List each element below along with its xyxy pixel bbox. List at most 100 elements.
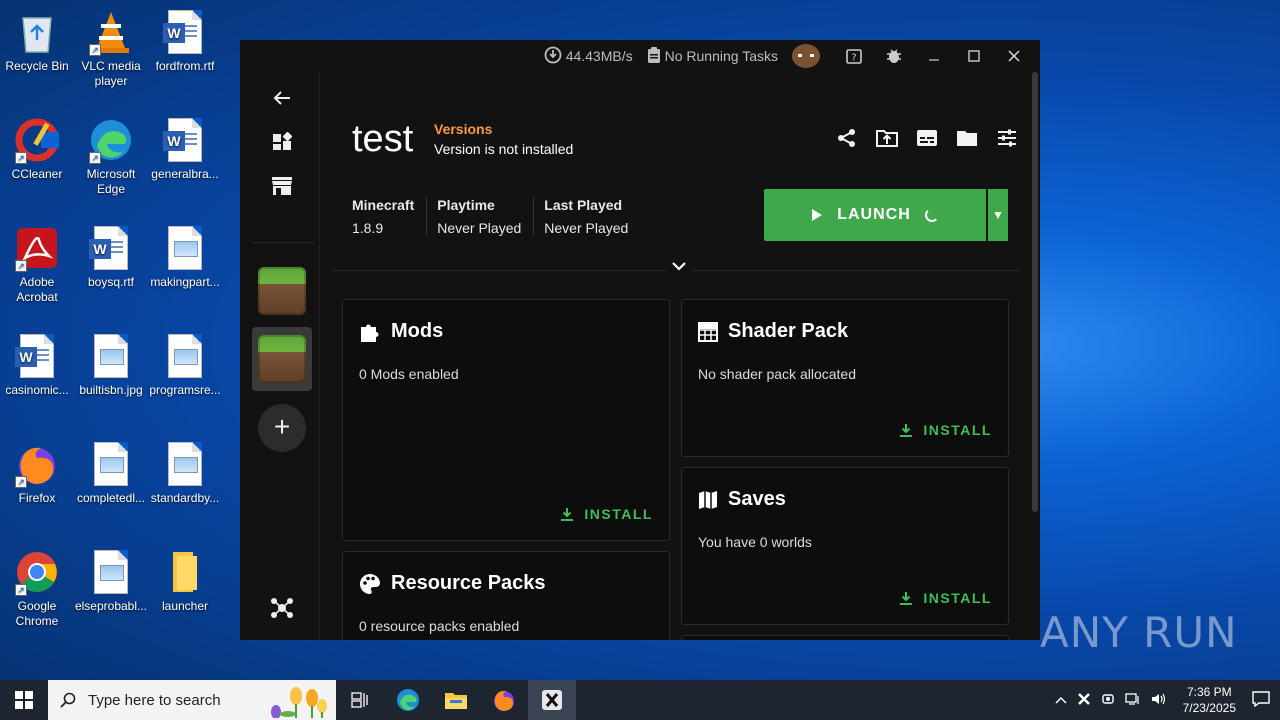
word-doc-icon: W (87, 224, 135, 272)
image-file-icon (161, 440, 209, 488)
word-doc-icon: W (161, 8, 209, 56)
windows-logo-icon (15, 691, 33, 709)
tray-launcher-icon[interactable] (1077, 692, 1091, 709)
desktop-icon-vlc[interactable]: ↗ VLC media player (74, 8, 148, 89)
shader-grid-icon (698, 321, 718, 342)
desktop-icon-programsre[interactable]: programsre... (148, 332, 222, 398)
store-icon[interactable] (260, 164, 304, 208)
export-folder-icon[interactable] (876, 127, 898, 149)
extra-card-partial (681, 635, 1009, 640)
instance-name: test (352, 118, 414, 160)
stat-playtime: Playtime Never Played (437, 197, 535, 236)
instance-grass-block-icon[interactable] (258, 267, 306, 315)
recycle-bin-icon (13, 8, 61, 56)
desktop-icon-recycle-bin[interactable]: Recycle Bin (0, 8, 74, 74)
image-file-icon (87, 332, 135, 380)
dashboard-icon[interactable] (260, 120, 304, 164)
title-bar[interactable]: 44.43MB/s No Running Tasks ? (240, 40, 1040, 72)
tulips-decoration-icon (271, 687, 327, 718)
shortcut-arrow-icon: ↗ (15, 584, 27, 596)
task-view-button[interactable] (336, 680, 384, 720)
user-avatar[interactable] (792, 44, 820, 68)
desktop-icon-acrobat[interactable]: ↗ Adobe Acrobat (0, 224, 74, 305)
image-file-icon (87, 548, 135, 596)
multiplayer-hub-icon[interactable] (260, 586, 304, 630)
taskbar-clock[interactable]: 7:36 PM 7/23/2025 (1183, 684, 1236, 716)
resource-packs-status: 0 resource packs enabled (359, 618, 520, 634)
desktop-icon-chrome[interactable]: ↗ Google Chrome (0, 548, 74, 629)
saves-install-button[interactable]: INSTALL (899, 590, 992, 606)
minimize-button[interactable] (914, 40, 954, 72)
instance-grass-block-icon[interactable] (258, 335, 306, 383)
firefox-icon: ↗ (13, 440, 61, 488)
folder-icon (161, 548, 209, 596)
shortcut-arrow-icon: ↗ (15, 476, 27, 488)
taskbar-edge[interactable] (384, 680, 432, 720)
tune-settings-icon[interactable] (996, 127, 1018, 149)
add-instance-button[interactable]: + (258, 404, 306, 452)
shader-pack-status: No shader pack allocated (698, 366, 856, 382)
shader-pack-header: Shader Pack (698, 320, 848, 343)
chevron-up-icon[interactable] (1055, 693, 1067, 707)
logs-icon[interactable] (916, 127, 938, 149)
volume-icon[interactable] (1151, 692, 1167, 709)
play-icon (812, 209, 823, 221)
image-file-icon (161, 332, 209, 380)
notifications-icon[interactable] (1252, 690, 1270, 710)
desktop-icon-boysq[interactable]: W boysq.rtf (74, 224, 148, 290)
desktop-icon-makingpart[interactable]: makingpart... (148, 224, 222, 290)
desktop-icon-builtisbn[interactable]: builtisbn.jpg (74, 332, 148, 398)
main-scrollbar[interactable] (1032, 72, 1038, 512)
word-doc-icon: W (161, 116, 209, 164)
desktop-icon-launcher[interactable]: launcher (148, 548, 222, 614)
share-icon[interactable] (836, 127, 858, 149)
word-doc-icon: W (13, 332, 61, 380)
start-button[interactable] (0, 680, 48, 720)
task-status[interactable]: No Running Tasks (647, 46, 778, 66)
mods-install-button[interactable]: INSTALL (560, 506, 653, 522)
puzzle-icon (361, 324, 379, 342)
taskbar-search[interactable]: Type here to search (48, 680, 336, 720)
desktop-icon-fordfrom[interactable]: W fordfrom.rtf (148, 8, 222, 74)
download-speed[interactable]: 44.43MB/s (544, 46, 633, 67)
launch-options-dropdown[interactable]: ▼ (988, 189, 1008, 241)
desktop-icon-completedl[interactable]: completedl... (74, 440, 148, 506)
desktop-icon-casinomic[interactable]: W casinomic... (0, 332, 74, 398)
close-button[interactable] (994, 40, 1034, 72)
settings-gear-icon[interactable] (260, 630, 304, 640)
instance-stats: Minecraft 1.8.9 Playtime Never Played La… (352, 197, 650, 236)
shader-install-button[interactable]: INSTALL (899, 422, 992, 438)
saves-card: Saves You have 0 worlds INSTALL (681, 467, 1009, 625)
launch-button[interactable]: LAUNCH (764, 189, 986, 241)
taskbar: Type here to search 7:36 PM 7/23/2025 (0, 680, 1280, 720)
desktop-icon-elseprobabl[interactable]: elseprobabl... (74, 548, 148, 614)
maximize-button[interactable] (954, 40, 994, 72)
download-speed-icon (544, 46, 562, 67)
sidebar: + (240, 72, 320, 640)
taskbar-launcher-app[interactable] (528, 680, 576, 720)
back-arrow-icon[interactable] (260, 76, 304, 120)
resource-packs-header: Resource Packs (359, 572, 546, 595)
download-icon (900, 592, 913, 605)
edge-icon (397, 689, 419, 711)
desktop-icon-ccleaner[interactable]: ↗ CCleaner (0, 116, 74, 182)
shortcut-arrow-icon: ↗ (15, 260, 27, 272)
desktop-icon-firefox[interactable]: ↗ Firefox (0, 440, 74, 506)
taskbar-firefox[interactable] (480, 680, 528, 720)
desktop-icon-generalbra[interactable]: W generalbra... (148, 116, 222, 182)
taskbar-file-explorer[interactable] (432, 680, 480, 720)
desktop-icon-standardby[interactable]: standardby... (148, 440, 222, 506)
bug-report-icon[interactable] (874, 40, 914, 72)
clipboard-icon (647, 46, 661, 66)
network-icon[interactable] (1124, 692, 1141, 709)
versions-link[interactable]: Versions (434, 121, 492, 137)
resource-packs-card: Resource Packs 0 resource packs enabled (342, 551, 670, 640)
expand-chevron-icon[interactable] (666, 258, 692, 274)
system-tray: 7:36 PM 7/23/2025 (1055, 680, 1280, 720)
help-icon[interactable]: ? (834, 40, 874, 72)
sidebar-divider (252, 242, 314, 243)
tray-device-icon[interactable] (1101, 692, 1115, 709)
desktop-icon-edge[interactable]: ↗ Microsoft Edge (74, 116, 148, 197)
vlc-icon: ↗ (87, 8, 135, 56)
folder-icon[interactable] (956, 127, 978, 149)
